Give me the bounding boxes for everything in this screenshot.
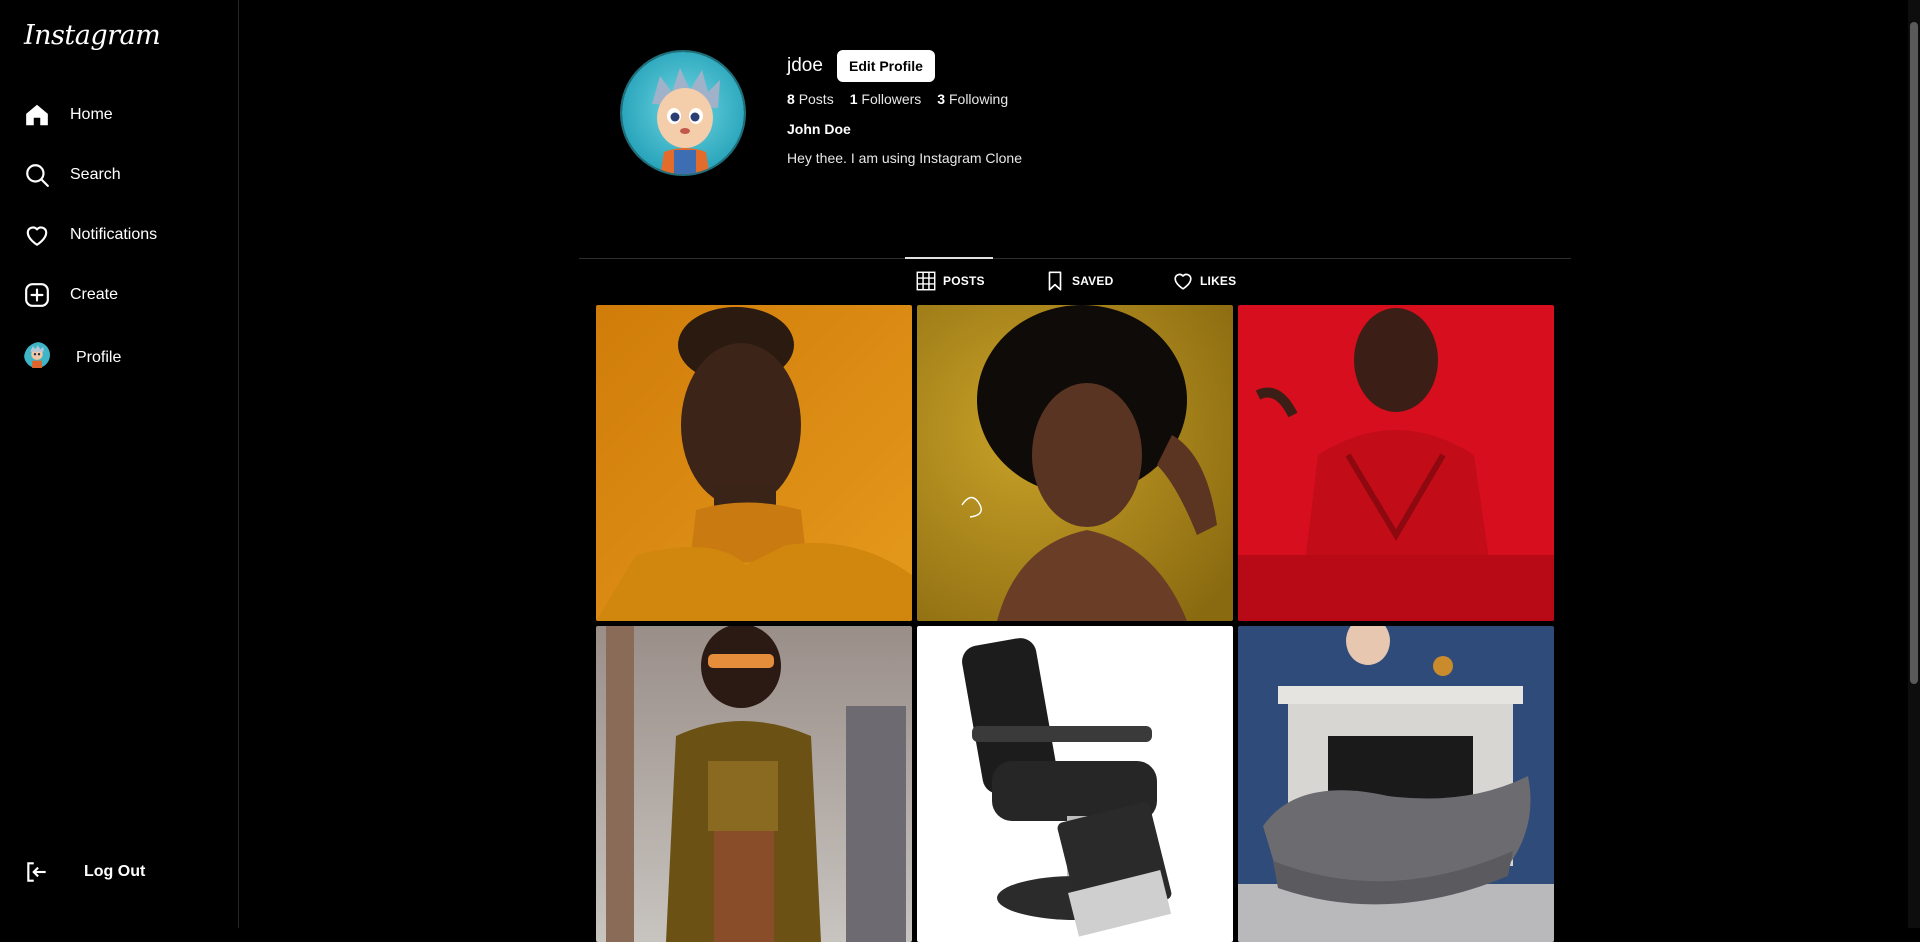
sidebar-item-label: Home bbox=[70, 106, 113, 123]
tab-likes[interactable]: LIKES bbox=[1172, 270, 1236, 292]
sidebar-item-profile[interactable]: Profile bbox=[24, 342, 122, 374]
posts-grid bbox=[596, 305, 1554, 942]
sidebar: Instagram Home Search Notifications Crea… bbox=[0, 0, 239, 928]
profile-stats: 8 Posts 1 Followers 3 Following bbox=[787, 91, 1008, 107]
profile-avatar[interactable] bbox=[620, 50, 746, 176]
post-thumbnail[interactable] bbox=[917, 626, 1233, 942]
portrait-red-image bbox=[1238, 305, 1554, 621]
sidebar-item-label: Create bbox=[70, 286, 119, 303]
bookmark-icon bbox=[1048, 271, 1062, 291]
heart-icon bbox=[26, 226, 48, 246]
active-tab-indicator bbox=[905, 257, 993, 259]
post-thumbnail[interactable] bbox=[596, 626, 912, 942]
home-icon bbox=[26, 104, 48, 126]
following-count: 3 bbox=[937, 91, 946, 107]
page-scrollbar[interactable] bbox=[1908, 0, 1920, 928]
profile-username: jdoe bbox=[787, 55, 823, 76]
logout-button[interactable]: Log Out bbox=[24, 857, 145, 887]
grey-sofa-image bbox=[1238, 626, 1554, 942]
followers-count: 1 bbox=[849, 91, 858, 107]
instagram-logo[interactable]: Instagram bbox=[24, 20, 161, 51]
logout-label: Log Out bbox=[84, 863, 146, 880]
heart-icon bbox=[1174, 273, 1192, 290]
sidebar-item-search[interactable]: Search bbox=[24, 160, 121, 190]
search-icon bbox=[26, 164, 49, 187]
post-thumbnail[interactable] bbox=[917, 305, 1233, 621]
sidebar-item-label: Search bbox=[70, 166, 121, 183]
tabs-divider bbox=[579, 258, 1571, 259]
tab-saved[interactable]: SAVED bbox=[1044, 270, 1113, 292]
followers-label: Followers bbox=[861, 91, 922, 107]
tab-posts[interactable]: POSTS bbox=[915, 270, 985, 292]
posts-label: Posts bbox=[798, 91, 834, 107]
sidebar-item-create[interactable]: Create bbox=[24, 280, 118, 310]
plus-square-icon bbox=[25, 283, 49, 307]
tab-label: POSTS bbox=[943, 274, 985, 288]
sidebar-item-label: Profile bbox=[76, 349, 122, 366]
sidebar-item-notifications[interactable]: Notifications bbox=[24, 220, 157, 250]
portrait-gold-image bbox=[917, 305, 1233, 621]
tab-label: LIKES bbox=[1200, 274, 1237, 288]
tab-label: SAVED bbox=[1072, 274, 1114, 288]
scrollbar-thumb[interactable] bbox=[1910, 22, 1918, 684]
posts-stat: 8 Posts bbox=[787, 91, 834, 107]
post-thumbnail[interactable] bbox=[1238, 305, 1554, 621]
followers-stat[interactable]: 1 Followers bbox=[850, 91, 922, 107]
street-fashion-image bbox=[596, 626, 912, 942]
posts-count: 8 bbox=[787, 91, 795, 107]
following-stat[interactable]: 3 Following bbox=[937, 91, 1008, 107]
portrait-orange-image bbox=[596, 305, 912, 621]
post-thumbnail[interactable] bbox=[1238, 626, 1554, 942]
sidebar-item-label: Notifications bbox=[70, 226, 158, 243]
avatar bbox=[24, 342, 56, 374]
profile-full-name: John Doe bbox=[787, 121, 851, 137]
barber-chair-image bbox=[917, 626, 1233, 942]
post-thumbnail[interactable] bbox=[596, 305, 912, 621]
profile-bio: Hey thee. I am using Instagram Clone bbox=[787, 150, 1023, 166]
grid-icon bbox=[916, 271, 936, 291]
following-label: Following bbox=[948, 91, 1009, 107]
logout-icon bbox=[27, 862, 46, 882]
sidebar-item-home[interactable]: Home bbox=[24, 100, 113, 130]
edit-profile-button[interactable]: Edit Profile bbox=[837, 50, 935, 82]
